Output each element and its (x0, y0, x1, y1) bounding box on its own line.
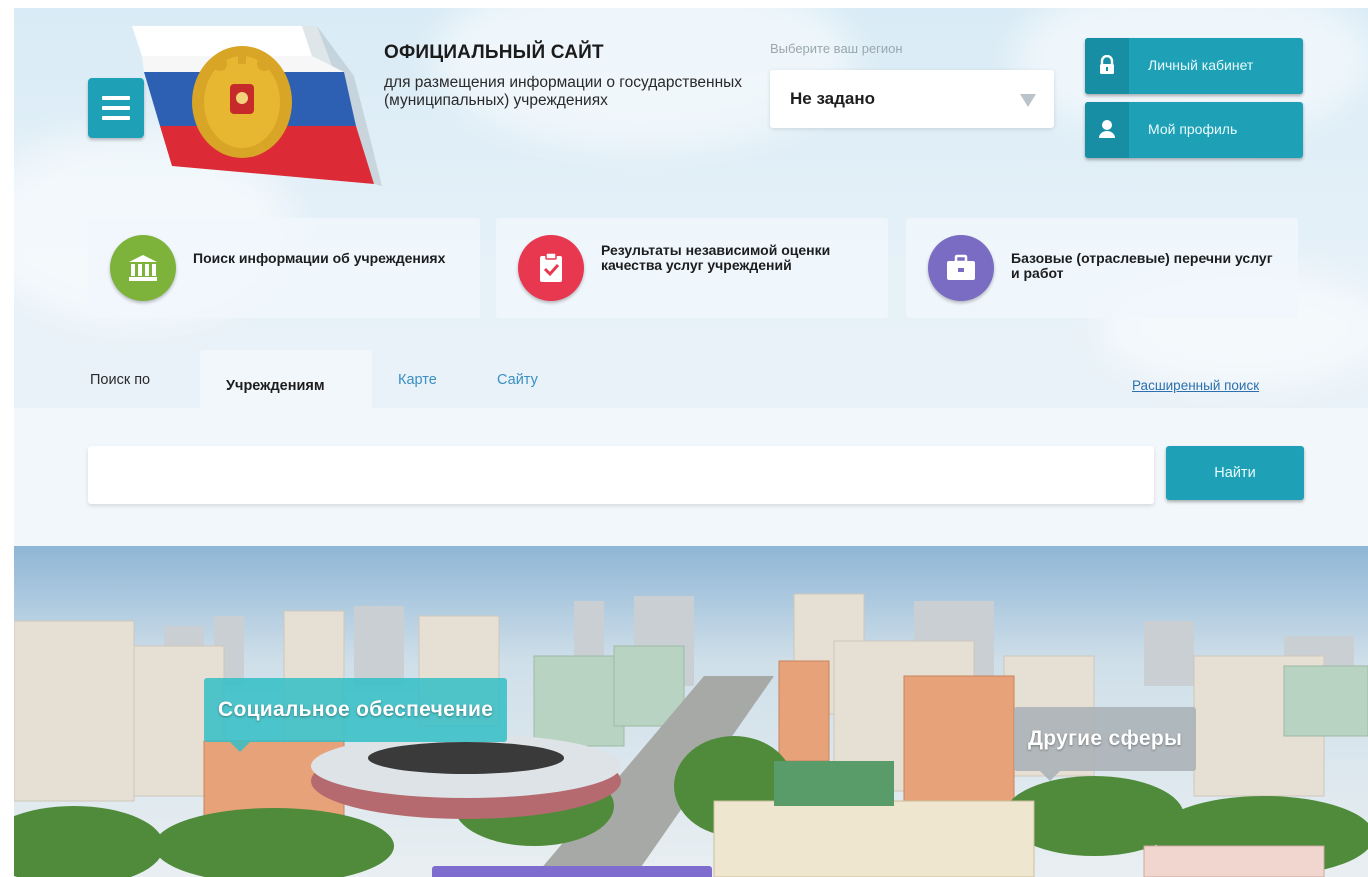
tab-site[interactable]: Сайту (497, 372, 538, 388)
search-panel: Найти (14, 408, 1368, 546)
personal-cabinet-button[interactable]: Личный кабинет (1085, 38, 1303, 94)
sphere-tag-partial[interactable] (432, 866, 712, 877)
city-banner: Социальное обеспечение Другие сферы (14, 546, 1368, 877)
site-subtitle: для размещения информации о государствен… (384, 74, 743, 109)
flag-logo[interactable] (132, 26, 382, 186)
site-title: ОФИЦИАЛЬНЫЙ САЙТ (384, 42, 604, 63)
card-label: Базовые (отраслевые) перечни услуг и раб… (1011, 250, 1273, 281)
chevron-down-icon (1020, 94, 1036, 107)
search-input[interactable] (88, 446, 1154, 504)
my-profile-label: Мой профиль (1148, 121, 1238, 137)
tab-map[interactable]: Карте (398, 372, 437, 388)
my-profile-button[interactable]: Мой профиль (1085, 102, 1303, 158)
clipboard-check-icon (518, 235, 584, 301)
advanced-search-link[interactable]: Расширенный поиск (1132, 378, 1259, 393)
card-base-lists[interactable]: Базовые (отраслевые) перечни услуг и раб… (906, 218, 1298, 318)
sphere-tag-social[interactable]: Социальное обеспечение (204, 678, 508, 752)
card-quality-results[interactable]: Результаты независимой оценки качества у… (496, 218, 888, 318)
card-label: Поиск информации об учреждениях (193, 250, 446, 266)
hamburger-icon (102, 96, 130, 100)
personal-cabinet-label: Личный кабинет (1148, 57, 1254, 73)
card-institution-search[interactable]: Поиск информации об учреждениях (88, 218, 480, 318)
region-select[interactable]: Не задано (770, 70, 1054, 128)
search-prefix-label: Поиск по (90, 372, 151, 388)
card-label: Результаты независимой оценки качества у… (601, 242, 831, 273)
user-icon (1099, 120, 1115, 138)
sphere-tag-other[interactable]: Другие сферы (1014, 707, 1197, 781)
region-value: Не задано (790, 89, 876, 108)
briefcase-icon (928, 235, 994, 301)
region-label: Выберите ваш регион (770, 41, 903, 56)
tab-label: Учреждениям (226, 378, 325, 394)
tab-institutions[interactable]: Учреждениям (200, 350, 372, 410)
page: ОФИЦИАЛЬНЫЙ САЙТ для размещения информац… (14, 8, 1368, 877)
institution-icon (110, 235, 176, 301)
search-button[interactable]: Найти (1166, 446, 1304, 500)
lock-icon (1100, 55, 1114, 74)
